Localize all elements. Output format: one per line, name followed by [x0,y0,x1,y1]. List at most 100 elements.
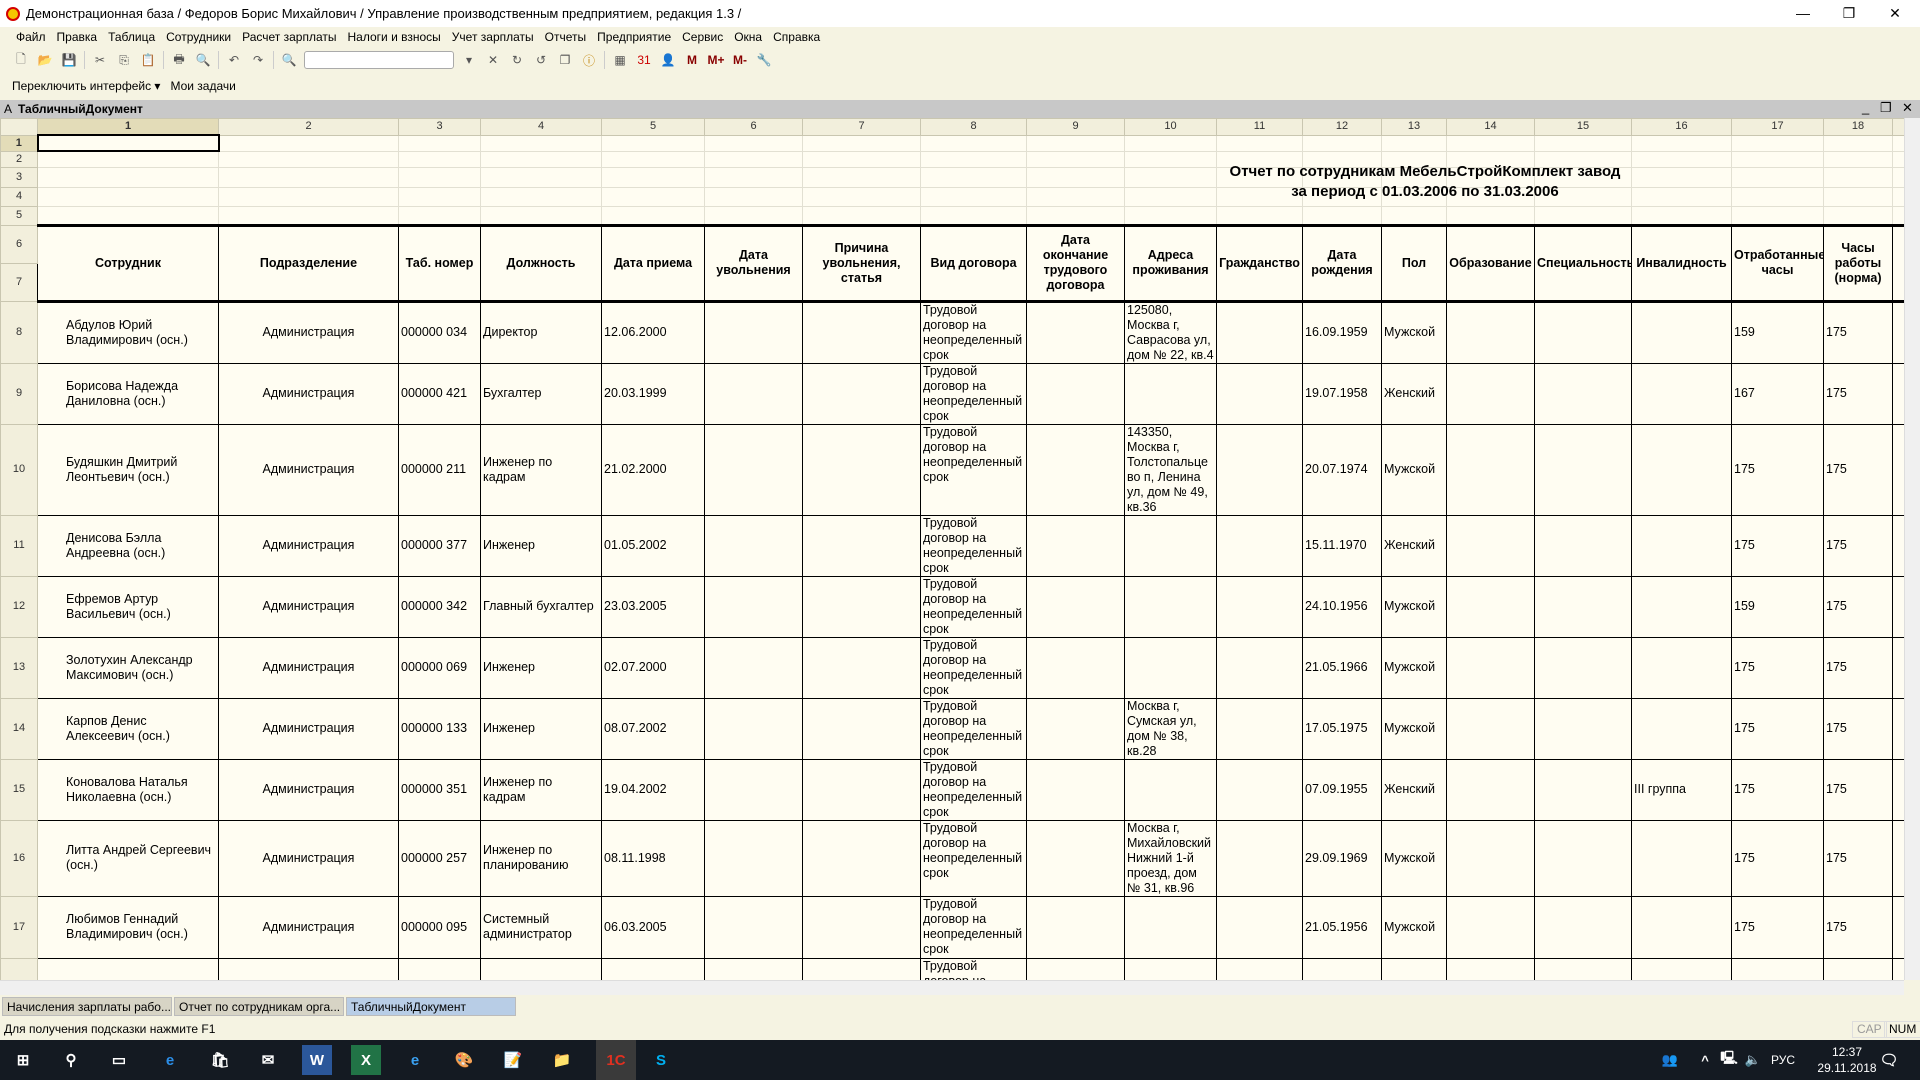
search-input[interactable] [304,51,454,69]
table-cell[interactable] [1124,575,1217,638]
cell[interactable] [1026,205,1125,226]
table-cell[interactable]: Инженер [480,697,602,760]
table-cell[interactable]: Администрация [218,575,399,638]
window-tab-tabular-document[interactable]: ТабличныйДокумент [346,997,516,1016]
table-cell[interactable] [1124,957,1217,980]
cell[interactable] [398,205,481,226]
paste-icon[interactable]: 📋 [139,51,157,69]
table-cell[interactable] [1026,758,1125,821]
calculator-icon[interactable]: ▦ [611,51,629,69]
table-cell[interactable] [802,362,921,425]
cell[interactable] [36,134,220,152]
table-cell[interactable]: 20.07.1974 [1302,423,1382,516]
menu-item[interactable]: Окна [734,30,762,44]
cell[interactable] [1892,205,1904,226]
table-cell[interactable] [1124,758,1217,821]
doc-close-button[interactable]: ✕ [1902,100,1913,116]
table-cell[interactable]: Трудовой договор на [920,957,1027,980]
table-cell[interactable] [1823,957,1893,980]
table-cell[interactable] [802,758,921,821]
table-cell[interactable]: Мужской [1381,895,1447,959]
table-cell[interactable] [1446,575,1535,638]
column-header[interactable]: 7 [802,118,921,136]
memory-m-button[interactable]: M [683,51,701,69]
cell[interactable] [398,186,481,207]
cell[interactable] [802,186,921,207]
table-cell[interactable]: 175 [1731,758,1824,821]
row-header[interactable]: 15 [0,758,38,821]
cell[interactable] [920,166,1027,188]
cell[interactable] [1446,205,1535,226]
cell[interactable] [1823,205,1893,226]
table-cell[interactable] [802,514,921,577]
table-cell[interactable] [1534,697,1632,760]
table-cell[interactable] [1892,514,1904,577]
table-cell[interactable] [1446,758,1535,821]
switch-interface-button[interactable]: Переключить интерфейс ▾ [12,79,160,93]
table-cell[interactable]: 17.05.1975 [1302,697,1382,760]
table-cell[interactable]: Коновалова Наталья Николаевна (осн.) [37,758,219,821]
task-view-icon[interactable]: ▭ [104,1045,134,1075]
table-cell[interactable]: 175 [1731,895,1824,959]
table-cell[interactable]: Абдулов Юрий Владимирович (осн.) [37,300,219,364]
table-cell[interactable]: Инженер [480,636,602,699]
table-cell[interactable] [704,758,803,821]
table-cell[interactable]: Женский [1381,514,1447,577]
horizontal-scrollbar[interactable] [0,980,1904,995]
table-cell[interactable]: Системный администратор [480,895,602,959]
cell[interactable] [704,150,803,168]
cell[interactable] [480,150,602,168]
column-header[interactable]: 3 [398,118,481,136]
table-cell[interactable] [1216,758,1303,821]
column-header[interactable]: 6 [704,118,803,136]
table-cell[interactable]: Мужской [1381,636,1447,699]
table-cell[interactable]: 07.09.1955 [1302,758,1382,821]
table-cell[interactable]: 175 [1823,423,1893,516]
table-cell[interactable] [704,362,803,425]
table-cell[interactable]: Москва г, Михайловский Нижний 1-й проезд… [1124,819,1217,897]
column-header[interactable] [1892,118,1904,136]
volume-icon[interactable]: 🔈 [1738,1045,1768,1075]
table-cell[interactable] [1026,514,1125,577]
cell[interactable] [920,205,1027,226]
table-cell[interactable]: 175 [1823,895,1893,959]
table-cell[interactable] [1446,423,1535,516]
table-cell[interactable]: Мужской [1381,423,1447,516]
cell[interactable] [802,205,921,226]
table-cell[interactable]: Трудовой договор на неопределенный срок [920,636,1027,699]
excel-icon[interactable]: X [351,1045,381,1075]
cell[interactable] [480,186,602,207]
table-cell[interactable]: Сучкова Наталья [37,957,219,980]
table-cell[interactable] [1446,362,1535,425]
edge-icon[interactable]: e [155,1045,185,1075]
table-cell[interactable]: Любимов Геннадий Владимирович (осн.) [37,895,219,959]
table-cell[interactable] [1631,300,1732,364]
table-cell[interactable]: 175 [1731,636,1824,699]
cell[interactable] [480,134,602,152]
table-cell[interactable]: 000000 257 [398,819,481,897]
table-cell[interactable] [1892,300,1904,364]
cell[interactable] [601,166,705,188]
table-cell[interactable]: 000000 421 [398,362,481,425]
row-header[interactable]: 11 [0,514,38,577]
table-cell[interactable]: 175 [1731,819,1824,897]
table-cell[interactable] [1631,423,1732,516]
table-cell[interactable] [1216,575,1303,638]
users-icon[interactable]: 👤 [659,51,677,69]
search-icon[interactable]: ⚲ [56,1045,86,1075]
table-cell[interactable] [802,636,921,699]
table-cell[interactable] [1892,957,1904,980]
table-cell[interactable]: 175 [1731,697,1824,760]
table-cell[interactable] [1534,362,1632,425]
table-cell[interactable]: Администрация [218,300,399,364]
cut-icon[interactable]: ✂ [91,51,109,69]
table-cell[interactable] [704,300,803,364]
table-cell[interactable] [802,575,921,638]
open-icon[interactable]: 📂 [36,51,54,69]
table-cell[interactable]: 08.11.1998 [601,819,705,897]
row-header[interactable]: 8 [0,300,38,364]
table-cell[interactable]: Золотухин Александр Максимович (осн.) [37,636,219,699]
table-cell[interactable]: Администрация [218,423,399,516]
cell[interactable] [1216,205,1303,226]
vertical-scrollbar[interactable] [1904,118,1920,980]
